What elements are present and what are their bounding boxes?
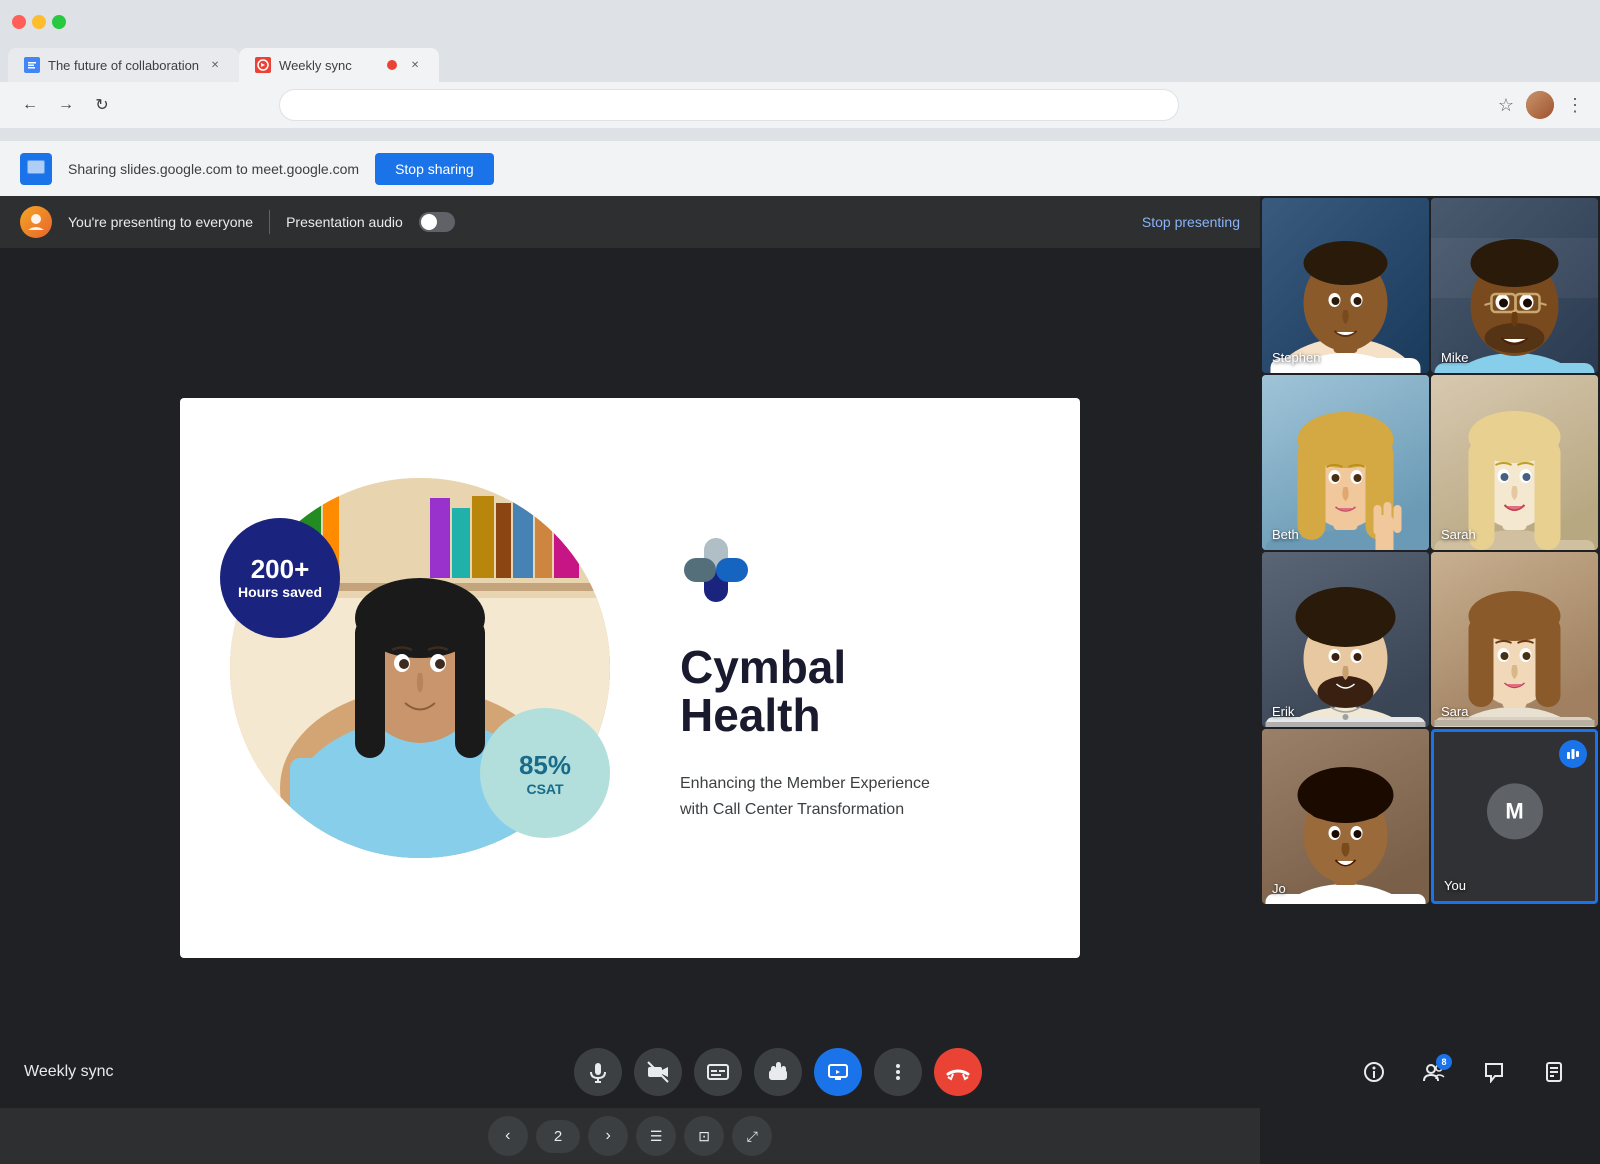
- participant-tile-jo[interactable]: Jo: [1262, 729, 1429, 904]
- participant-name-you: You: [1444, 878, 1466, 893]
- audio-text: Presentation audio: [286, 214, 403, 230]
- presenting-bar: You're presenting to everyone Presentati…: [0, 196, 1260, 248]
- participant-name-beth: Beth: [1272, 527, 1299, 542]
- tagline-line1: Enhancing the Member Experience: [680, 771, 1040, 797]
- participant-name-sarah: Sarah: [1441, 527, 1476, 542]
- sharing-bar: Sharing slides.google.com to meet.google…: [0, 140, 1600, 196]
- participant-tile-sara[interactable]: Sara: [1431, 552, 1598, 727]
- participant-tile-sarah[interactable]: Sarah: [1431, 375, 1598, 550]
- participant-tile-stephen[interactable]: Stephen: [1262, 198, 1429, 373]
- bottom-controls: [574, 1048, 982, 1096]
- present-button[interactable]: [814, 1048, 862, 1096]
- brand-name-line2: Health: [680, 691, 1040, 739]
- slide-container: 200+ Hours saved 85% CSAT: [0, 248, 1260, 1108]
- bottom-bar: Weekly sync: [0, 1036, 1600, 1108]
- fullscreen-traffic-light[interactable]: [52, 15, 66, 29]
- meet-tab[interactable]: Weekly sync ✕: [239, 48, 439, 82]
- slide-left: 200+ Hours saved 85% CSAT: [180, 398, 660, 958]
- sharing-text: Sharing slides.google.com to meet.google…: [68, 161, 359, 177]
- address-input[interactable]: [279, 89, 1179, 121]
- captions-button[interactable]: [694, 1048, 742, 1096]
- meeting-name: Weekly sync: [24, 1063, 204, 1081]
- participants-sidebar: Stephen: [1260, 196, 1600, 1164]
- camera-button[interactable]: [634, 1048, 682, 1096]
- presenting-text: You're presenting to everyone: [68, 214, 253, 230]
- stat-85-label: CSAT: [526, 781, 563, 797]
- address-bar-row: ← → ↻ ☆ ⋮: [0, 82, 1600, 128]
- participant-tile-erik[interactable]: Erik: [1262, 552, 1429, 727]
- browser-chrome: The future of collaboration ✕ Weekly syn…: [0, 0, 1600, 140]
- next-slide-button[interactable]: ›: [588, 1116, 628, 1156]
- meet-tab-close[interactable]: ✕: [407, 57, 423, 73]
- slide-page-number: 2: [536, 1120, 580, 1153]
- stat-bubble-85: 85% CSAT: [480, 708, 610, 838]
- reload-button[interactable]: ↻: [88, 91, 116, 119]
- presenter-avatar: [20, 206, 52, 238]
- stat-85-number: 85%: [519, 750, 571, 781]
- forward-button[interactable]: →: [52, 91, 80, 119]
- participant-name-erik: Erik: [1272, 704, 1294, 719]
- microphone-button[interactable]: [574, 1048, 622, 1096]
- slide-fullscreen-button[interactable]: ⤢: [732, 1116, 772, 1156]
- brand-name: Cymbal Health: [680, 643, 1040, 740]
- participant-tile-beth[interactable]: Beth: [1262, 375, 1429, 550]
- tabs-bar: The future of collaboration ✕ Weekly syn…: [0, 44, 1600, 82]
- people-count-badge: 8: [1436, 1054, 1452, 1070]
- divider: [269, 210, 270, 234]
- bookmark-icon[interactable]: ☆: [1498, 95, 1514, 116]
- toggle-knob: [421, 214, 437, 230]
- slide-toolbar: ‹ 2 › ☰ ⊡ ⤢: [0, 1108, 1260, 1164]
- brand-name-line1: Cymbal: [680, 643, 1040, 691]
- slide: 200+ Hours saved 85% CSAT: [180, 398, 1080, 958]
- stat-200-number: 200+: [251, 555, 310, 584]
- participant-name-sara: Sara: [1441, 704, 1468, 719]
- tagline-line2: with Call Center Transformation: [680, 797, 1040, 823]
- slide-right: Cymbal Health Enhancing the Member Exper…: [660, 494, 1080, 863]
- prev-slide-button[interactable]: ‹: [488, 1116, 528, 1156]
- participant-name-jo: Jo: [1272, 881, 1286, 896]
- stop-presenting-button[interactable]: Stop presenting: [1142, 214, 1240, 230]
- profile-avatar[interactable]: [1526, 91, 1554, 119]
- you-avatar-circle: M: [1487, 783, 1543, 839]
- presentation-area: You're presenting to everyone Presentati…: [0, 196, 1260, 1164]
- slides-tab[interactable]: The future of collaboration ✕: [8, 48, 239, 82]
- chat-button[interactable]: [1472, 1050, 1516, 1094]
- participant-name-mike: Mike: [1441, 350, 1468, 365]
- participant-name-stephen: Stephen: [1272, 350, 1320, 365]
- slides-tab-title: The future of collaboration: [48, 58, 199, 73]
- back-button[interactable]: ←: [16, 91, 44, 119]
- close-traffic-light[interactable]: [12, 15, 26, 29]
- menu-icon[interactable]: ⋮: [1566, 95, 1584, 116]
- sharing-icon: [20, 153, 52, 185]
- meet-tab-title: Weekly sync: [279, 58, 377, 73]
- activities-button[interactable]: [1532, 1050, 1576, 1094]
- participant-tile-you[interactable]: M You: [1431, 729, 1598, 904]
- slide-list-button[interactable]: ☰: [636, 1116, 676, 1156]
- participant-tile-mike[interactable]: Mike: [1431, 198, 1598, 373]
- hangup-button[interactable]: [934, 1048, 982, 1096]
- recording-dot: [387, 60, 397, 70]
- info-button[interactable]: [1352, 1050, 1396, 1094]
- minimize-traffic-light[interactable]: [32, 15, 46, 29]
- traffic-lights: [12, 15, 66, 29]
- audio-toggle[interactable]: [419, 212, 455, 232]
- more-options-button[interactable]: [874, 1048, 922, 1096]
- main-content: You're presenting to everyone Presentati…: [0, 196, 1600, 1164]
- stop-sharing-button[interactable]: Stop sharing: [375, 153, 494, 185]
- slides-tab-close[interactable]: ✕: [207, 57, 223, 73]
- audio-indicator: [1559, 740, 1587, 768]
- title-bar: [0, 0, 1600, 44]
- tagline: Enhancing the Member Experience with Cal…: [680, 771, 1040, 822]
- raise-hand-button[interactable]: [754, 1048, 802, 1096]
- stat-bubble-200: 200+ Hours saved: [220, 518, 340, 638]
- slide-present-button[interactable]: ⊡: [684, 1116, 724, 1156]
- stat-200-label: Hours saved: [238, 584, 322, 601]
- bottom-right-controls: 8: [1352, 1050, 1576, 1094]
- people-button[interactable]: 8: [1412, 1050, 1456, 1094]
